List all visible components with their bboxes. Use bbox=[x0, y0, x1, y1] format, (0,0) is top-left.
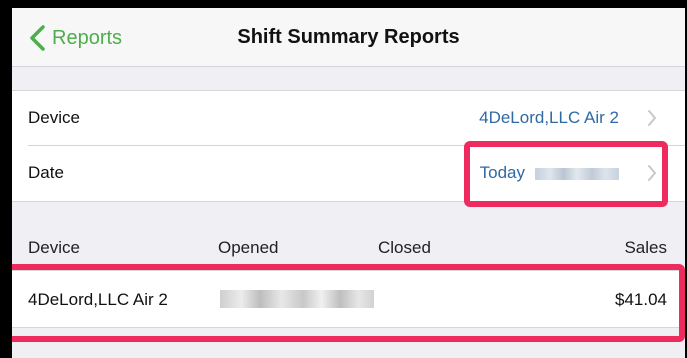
page-title: Shift Summary Reports bbox=[237, 26, 460, 48]
device-cell[interactable]: Device 4DeLord,LLC Air 2 bbox=[12, 91, 685, 145]
date-cell-label: Date bbox=[28, 163, 64, 182]
column-header-device: Device bbox=[28, 238, 80, 257]
row-highlight-box bbox=[12, 264, 685, 342]
column-header-opened: Opened bbox=[218, 238, 279, 257]
navigation-bar: Reports Shift Summary Reports bbox=[12, 8, 685, 67]
column-header-sales: Sales bbox=[624, 238, 667, 257]
device-cell-value: 4DeLord,LLC Air 2 bbox=[479, 108, 619, 127]
column-header-closed: Closed bbox=[378, 238, 431, 257]
device-frame: Reports Shift Summary Reports Device 4De… bbox=[0, 0, 687, 358]
chevron-right-icon bbox=[648, 110, 656, 126]
date-highlight-box bbox=[464, 141, 668, 207]
table-header: Device Opened Closed Sales bbox=[12, 230, 685, 266]
app-screen: Reports Shift Summary Reports Device 4De… bbox=[12, 8, 685, 358]
device-cell-label: Device bbox=[28, 108, 80, 127]
